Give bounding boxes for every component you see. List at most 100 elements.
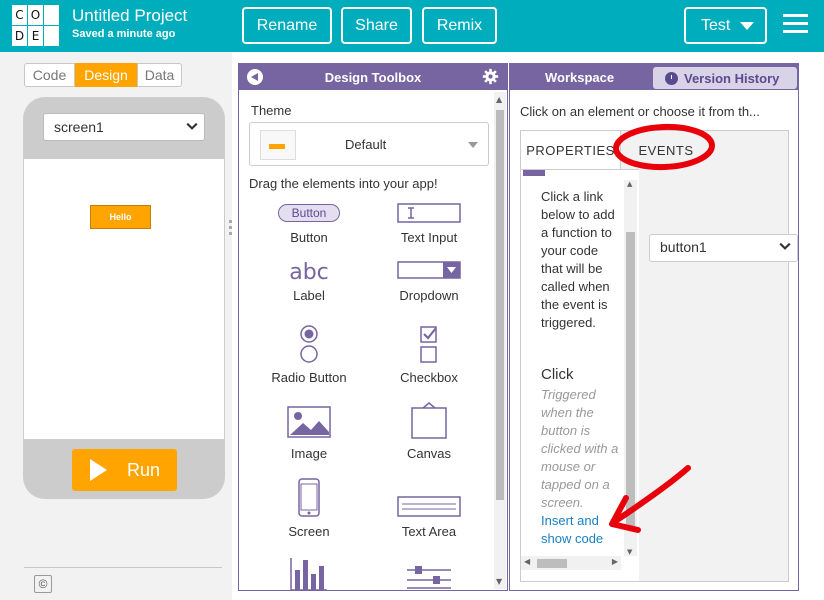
button-preview-icon: Button xyxy=(278,204,340,222)
element-label: Text Input xyxy=(400,230,458,245)
remix-button[interactable]: Remix xyxy=(422,7,497,44)
text-area-icon xyxy=(397,496,461,517)
scroll-down-icon[interactable]: ▼ xyxy=(496,577,502,586)
click-event-description: Triggered when the button is clicked wit… xyxy=(541,387,619,510)
saved-status: Saved a minute ago xyxy=(72,28,176,40)
version-history-label: Version History xyxy=(684,70,780,86)
logo-letter: C xyxy=(12,5,27,25)
hamburger-icon[interactable] xyxy=(783,14,808,34)
test-dropdown[interactable]: Test xyxy=(684,7,767,44)
events-description: Click a link below to add a function to … xyxy=(541,189,615,330)
code-org-logo[interactable]: C O D E xyxy=(12,5,59,47)
caret-down-icon xyxy=(740,21,755,30)
workspace-title: Workspace xyxy=(545,70,615,85)
click-event-title: Click xyxy=(541,366,574,383)
logo-letter: E xyxy=(28,26,43,46)
divider xyxy=(24,567,222,568)
element-select[interactable]: button1 xyxy=(649,234,798,262)
resize-handle[interactable] xyxy=(229,220,233,240)
text-input-icon xyxy=(397,203,461,223)
logo-letter: O xyxy=(28,5,43,25)
version-history-button[interactable]: Version History xyxy=(653,67,797,89)
canvas-icon xyxy=(411,402,447,439)
selection-indicator xyxy=(523,170,545,176)
scroll-down-icon[interactable]: ▼ xyxy=(627,548,632,556)
theme-thumbnail xyxy=(260,130,296,160)
rename-button[interactable]: Rename xyxy=(242,7,332,44)
chart-icon xyxy=(290,558,327,590)
hello-button[interactable]: Hello xyxy=(90,205,151,229)
toolbox-canvas[interactable]: Canvas xyxy=(369,402,489,461)
element-label: Button xyxy=(290,230,328,245)
toolbox-radio-button[interactable]: Radio Button xyxy=(249,324,369,385)
app-screen[interactable] xyxy=(24,159,224,439)
project-title: Untitled Project xyxy=(72,6,188,25)
run-label: Run xyxy=(127,459,161,480)
run-button[interactable]: Run xyxy=(72,449,177,491)
play-icon xyxy=(90,459,107,481)
scroll-left-icon[interactable]: ◀ xyxy=(524,557,530,566)
drag-instructions: Drag the elements into your app! xyxy=(249,176,438,191)
toolbox-text-area[interactable]: Text Area xyxy=(369,496,489,539)
toolbox-label[interactable]: abc Label xyxy=(249,260,369,310)
logo-letter: D xyxy=(12,26,27,46)
scrollbar-thumb[interactable] xyxy=(496,110,504,500)
toolbox-dropdown[interactable]: Dropdown xyxy=(369,260,489,310)
mode-toggle: Code Design Data xyxy=(24,63,182,87)
workspace-hint: Click on an element or choose it from th… xyxy=(520,104,760,119)
data-mode-button[interactable]: Data xyxy=(137,63,182,87)
toolbox-header: Design Toolbox xyxy=(239,64,507,90)
scroll-right-icon[interactable]: ▶ xyxy=(612,557,618,566)
element-label: Text Area xyxy=(401,524,457,539)
toolbox-screen[interactable]: Screen xyxy=(249,478,369,539)
events-list: Click a link below to add a function to … xyxy=(521,169,639,581)
element-label: Radio Button xyxy=(271,370,347,385)
toolbox-scrollbar[interactable]: ▲ ▼ xyxy=(494,92,506,589)
screen-select-value: screen1 xyxy=(54,119,104,135)
element-label: Screen xyxy=(288,524,330,539)
scroll-up-icon[interactable]: ▲ xyxy=(496,95,502,104)
theme-dropdown[interactable]: Default xyxy=(249,122,489,166)
share-button[interactable]: Share xyxy=(341,7,412,44)
scrollbar-thumb[interactable] xyxy=(537,559,567,568)
checkbox-icon xyxy=(420,326,437,363)
element-select-value: button1 xyxy=(660,239,707,255)
logo-blank xyxy=(44,5,59,25)
scroll-up-icon[interactable]: ▲ xyxy=(627,180,632,188)
toolbox-title: Design Toolbox xyxy=(324,70,422,85)
toolbox-button[interactable]: Button Button xyxy=(249,202,369,252)
workspace-header: Workspace Version History xyxy=(510,64,798,90)
chevron-down-icon xyxy=(779,242,791,250)
element-label: Dropdown xyxy=(399,288,459,303)
tab-properties[interactable]: PROPERTIES xyxy=(521,131,621,169)
scrollbar-thumb[interactable] xyxy=(626,232,635,527)
dropdown-icon xyxy=(397,261,461,279)
label-abc-icon: abc xyxy=(289,260,329,285)
toolbox-chart[interactable] xyxy=(249,556,369,590)
theme-value: Default xyxy=(345,137,387,152)
slider-icon xyxy=(407,566,451,589)
toolbox-checkbox[interactable]: Checkbox xyxy=(369,324,489,385)
clock-icon xyxy=(665,71,678,85)
toolbox-image[interactable]: Image xyxy=(249,406,369,461)
top-bar: C O D E Untitled Project Saved a minute … xyxy=(0,0,824,52)
events-horizontal-scrollbar[interactable]: ◀ ▶ xyxy=(521,556,621,570)
insert-and-show-code-link[interactable]: Insert and show code xyxy=(541,512,621,548)
toolbox-text-input[interactable]: Text Input xyxy=(369,202,489,252)
element-label: Image xyxy=(290,446,328,461)
screen-select[interactable]: screen1 xyxy=(43,113,205,141)
toolbox-slider[interactable] xyxy=(369,564,489,590)
element-label: Checkbox xyxy=(400,370,458,385)
code-mode-button[interactable]: Code xyxy=(24,63,75,87)
caret-down-icon xyxy=(468,142,478,148)
events-scrollbar[interactable]: ▲ ▼ xyxy=(624,180,637,556)
workspace-panel: Workspace Version History Click on an el… xyxy=(509,63,799,591)
design-toolbox: Design Toolbox Theme Default Drag the el… xyxy=(238,63,508,591)
test-label: Test xyxy=(701,16,731,34)
copyright-icon[interactable]: © xyxy=(34,575,52,593)
element-label: Canvas xyxy=(406,446,452,461)
tab-events[interactable]: EVENTS xyxy=(621,131,711,169)
image-icon xyxy=(287,406,331,438)
gear-icon[interactable] xyxy=(482,68,499,85)
design-mode-button[interactable]: Design xyxy=(75,63,137,87)
